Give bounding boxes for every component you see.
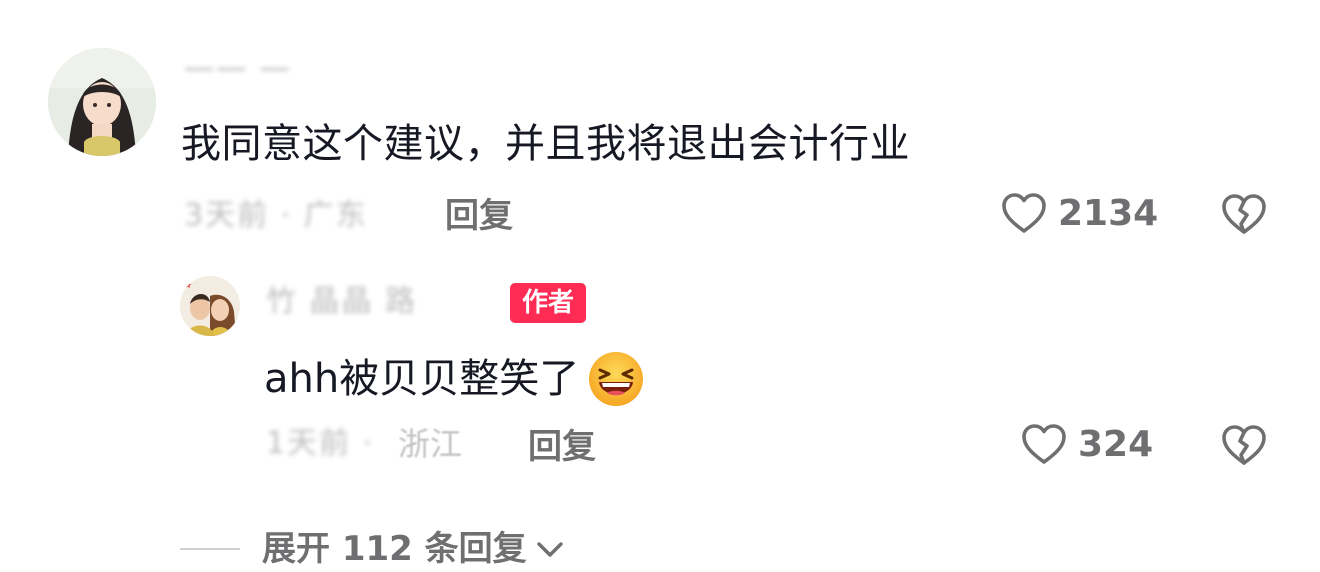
reply-time: 1天前 · — [266, 426, 375, 461]
broken-heart-icon — [1222, 425, 1266, 465]
reply-text-row: ahh被贝贝整笑了 — [264, 350, 645, 408]
comment-meta: 3天前 · 广东 — [184, 198, 368, 233]
laughing-face-emoji — [589, 352, 644, 406]
reply-location: 浙江 — [398, 425, 463, 463]
reply-reply-button[interactable]: 回复 — [528, 425, 596, 469]
comment-dislike-button[interactable] — [1220, 191, 1268, 239]
author-username[interactable]: 竹 晶晶 路 — [266, 282, 417, 322]
heart-icon — [1002, 193, 1046, 233]
broken-heart-icon — [1222, 194, 1266, 234]
commenter-username[interactable]: 一一 一 — [184, 52, 292, 92]
commenter-avatar[interactable] — [48, 48, 156, 156]
comment-text: 我同意这个建议，并且我将退出会计行业 — [181, 121, 910, 167]
reply-like-button[interactable]: 324 — [1020, 421, 1153, 469]
reply-like-count: 324 — [1078, 424, 1154, 465]
comment-like-count: 2134 — [1058, 193, 1159, 234]
heart-icon — [1022, 424, 1066, 464]
reply-dislike-button[interactable] — [1220, 422, 1268, 470]
chevron-down-icon — [536, 542, 563, 557]
expand-replies-label: 展开 112 条回复 — [262, 529, 527, 569]
expand-replies-button[interactable]: 展开 112 条回复 — [262, 526, 567, 572]
expand-divider — [180, 548, 240, 550]
comment-like-button[interactable]: 2134 — [1000, 190, 1158, 238]
author-badge: 作者 — [510, 283, 587, 323]
svg-text:★: ★ — [184, 281, 192, 291]
reply-text: ahh被贝贝整笑了 — [264, 356, 580, 402]
comment-reply-button[interactable]: 回复 — [445, 194, 513, 238]
author-avatar[interactable]: ★ — [180, 276, 240, 336]
